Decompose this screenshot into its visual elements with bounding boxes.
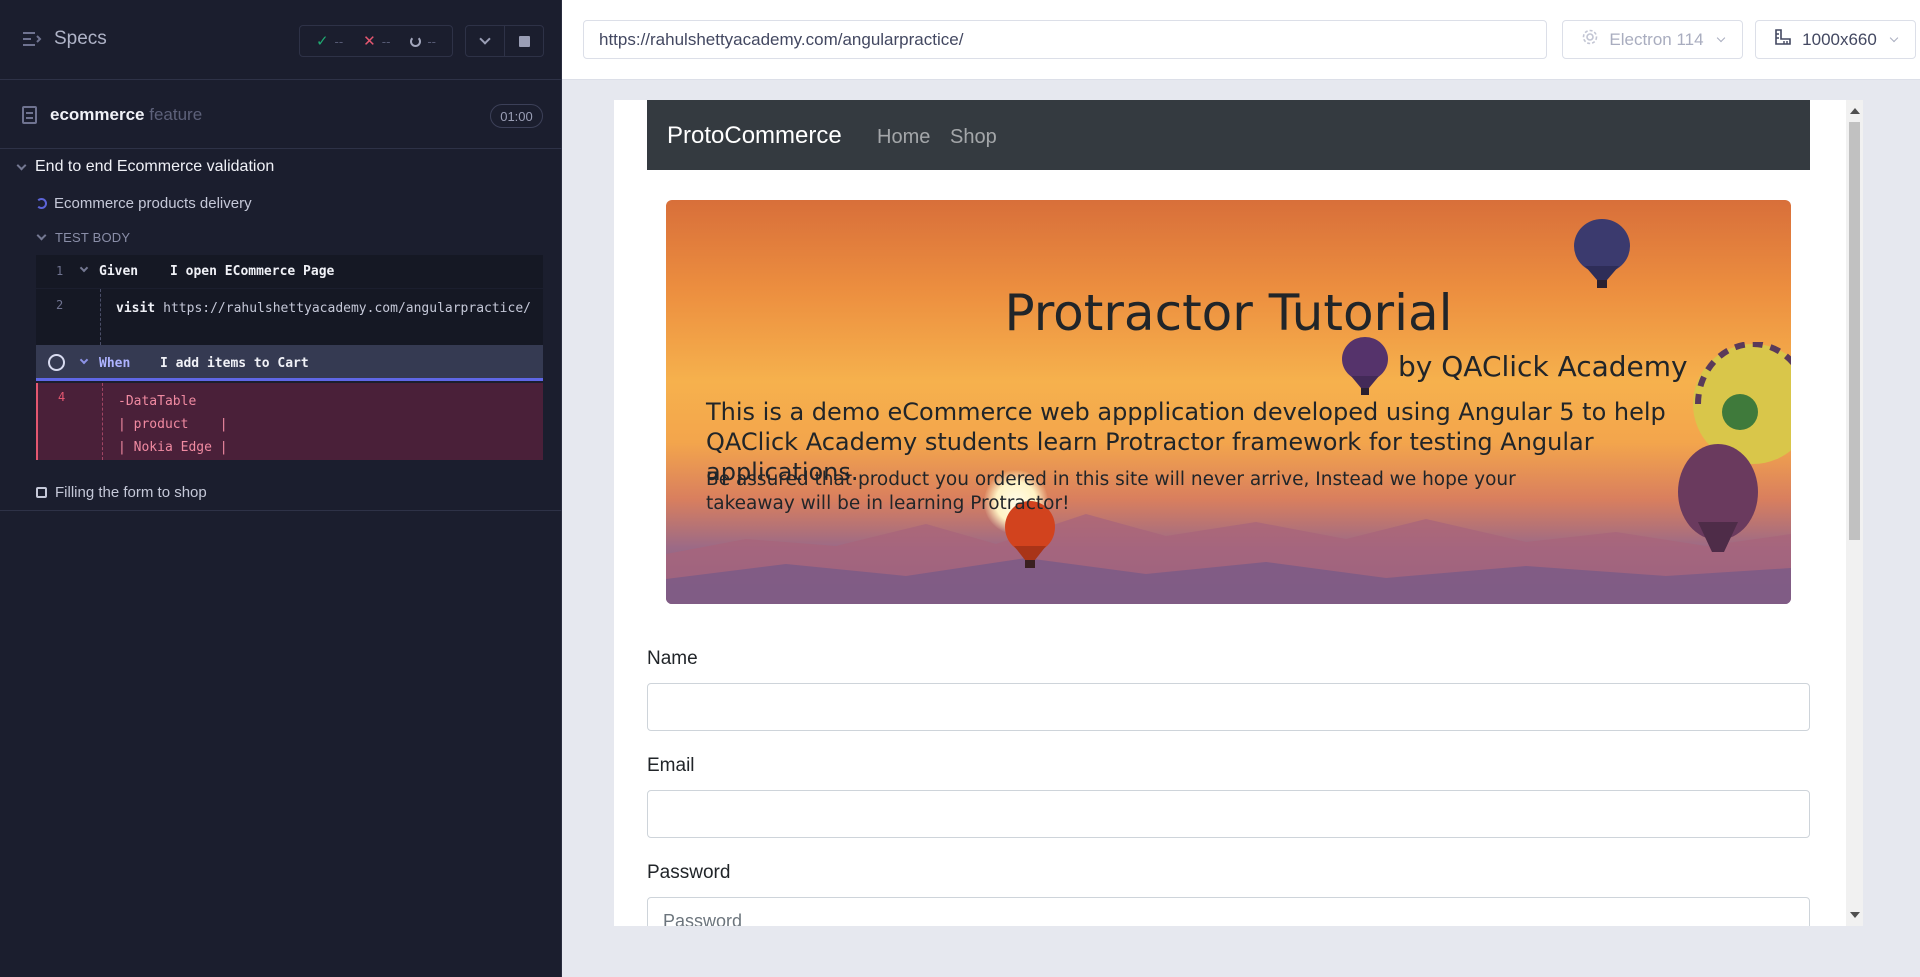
command-row-datatable[interactable]: 4 -DataTable | product | | Nokia Edge | — [36, 383, 543, 460]
specs-label: Specs — [54, 28, 107, 49]
balloon-graphic — [1342, 337, 1388, 395]
spinner-icon — [48, 354, 65, 371]
command-text: I add items to Cart — [160, 356, 309, 371]
x-icon: ✕ — [363, 33, 376, 50]
specs-toggle[interactable]: Specs — [22, 28, 107, 50]
command-keyword: When — [99, 356, 131, 371]
email-label: Email — [647, 755, 695, 776]
browser-toolbar: https://rahulshettyacademy.com/angularpr… — [562, 0, 1920, 80]
spinner-icon — [410, 35, 422, 47]
scroll-up-icon[interactable] — [1850, 108, 1860, 114]
command-row[interactable]: 1 Given I open ECommerce Page — [36, 255, 543, 288]
run-controls — [465, 25, 544, 57]
reporter-header: Specs ✓ -- ✕ -- -- — [0, 0, 562, 80]
passed-stat: ✓ -- — [315, 33, 344, 50]
app-navbar: ProtoCommerce Home Shop — [647, 100, 1810, 170]
datatable-text: -DataTable | product | | Nokia Edge | — [118, 394, 228, 455]
browser-selector[interactable]: Electron 114 — [1562, 20, 1743, 59]
pending-square-icon — [36, 487, 47, 498]
name-label: Name — [647, 648, 698, 669]
stop-button[interactable] — [504, 26, 543, 56]
command-number: 4 — [58, 390, 66, 404]
password-label: Password — [647, 862, 731, 883]
brand-link[interactable]: ProtoCommerce — [667, 122, 842, 150]
chevron-down-icon — [479, 33, 491, 45]
ruler-icon — [1774, 28, 1792, 51]
chevron-down-icon — [16, 160, 27, 170]
command-visit: visit https://rahulshettyacademy.com/angu… — [116, 301, 531, 316]
email-input[interactable] — [647, 790, 1810, 838]
chevron-down-icon — [1716, 33, 1725, 42]
command-row[interactable]: 2 visit https://rahulshettyacademy.com/an… — [36, 289, 543, 345]
app-scrollbar[interactable] — [1846, 100, 1863, 926]
chevron-down-icon — [36, 230, 47, 241]
command-number: 1 — [56, 264, 64, 278]
file-icon — [22, 106, 37, 124]
command-text: I open ECommerce Page — [170, 264, 335, 279]
url-bar[interactable]: https://rahulshettyacademy.com/angularpr… — [583, 20, 1547, 59]
scroll-thumb[interactable] — [1849, 122, 1860, 540]
nav-shop-link[interactable]: Shop — [950, 126, 997, 149]
spec-title[interactable]: ecommerce feature — [50, 105, 202, 125]
spec-duration: 01:00 — [490, 104, 543, 128]
password-input[interactable]: Password — [647, 897, 1810, 926]
failed-stat: ✕ -- — [363, 33, 391, 50]
viewport-selector[interactable]: 1000x660 — [1755, 20, 1916, 59]
hero-banner: Protractor Tutorial by QAClick Academy T… — [666, 200, 1791, 604]
app-frame: ProtoCommerce Home Shop Protractor Tutor… — [614, 100, 1863, 926]
stop-icon — [518, 35, 530, 47]
hero-subtitle: by QAClick Academy — [1398, 350, 1688, 383]
aut-panel: https://rahulshettyacademy.com/angularpr… — [562, 0, 1920, 977]
command-keyword: Given — [99, 264, 139, 279]
test-item-running[interactable]: Ecommerce products delivery — [36, 195, 252, 212]
chevron-down-icon — [1889, 33, 1899, 42]
expand-button[interactable] — [466, 26, 504, 56]
name-input[interactable] — [647, 683, 1810, 731]
hero-note: Be assured that product you ordered in t… — [706, 469, 1516, 514]
command-row-active[interactable]: When I add items to Cart — [36, 345, 543, 381]
suite-title[interactable]: End to end Ecommerce validation — [16, 158, 274, 176]
command-number: 2 — [56, 298, 64, 312]
nav-home-link[interactable]: Home — [877, 126, 930, 149]
spec-header: ecommerce feature 01:00 — [0, 80, 562, 149]
hero-title: Protractor Tutorial — [1004, 284, 1453, 342]
scroll-down-icon[interactable] — [1850, 912, 1860, 918]
pending-stat: -- — [410, 34, 436, 49]
check-icon: ✓ — [315, 33, 329, 50]
test-body-section[interactable]: TEST BODY — [36, 230, 130, 245]
chevron-down-icon — [79, 263, 89, 273]
menu-lines-icon — [22, 31, 42, 47]
chevron-down-icon — [79, 355, 89, 365]
reporter-panel: Specs ✓ -- ✕ -- -- ecommerce feature 01:00… — [0, 0, 562, 977]
test-stats: ✓ -- ✕ -- -- — [299, 25, 453, 57]
test-item-pending[interactable]: Filling the form to shop — [0, 476, 562, 511]
gear-icon — [1581, 28, 1599, 51]
balloon-graphic — [1574, 219, 1630, 288]
spinner-icon — [36, 198, 47, 209]
